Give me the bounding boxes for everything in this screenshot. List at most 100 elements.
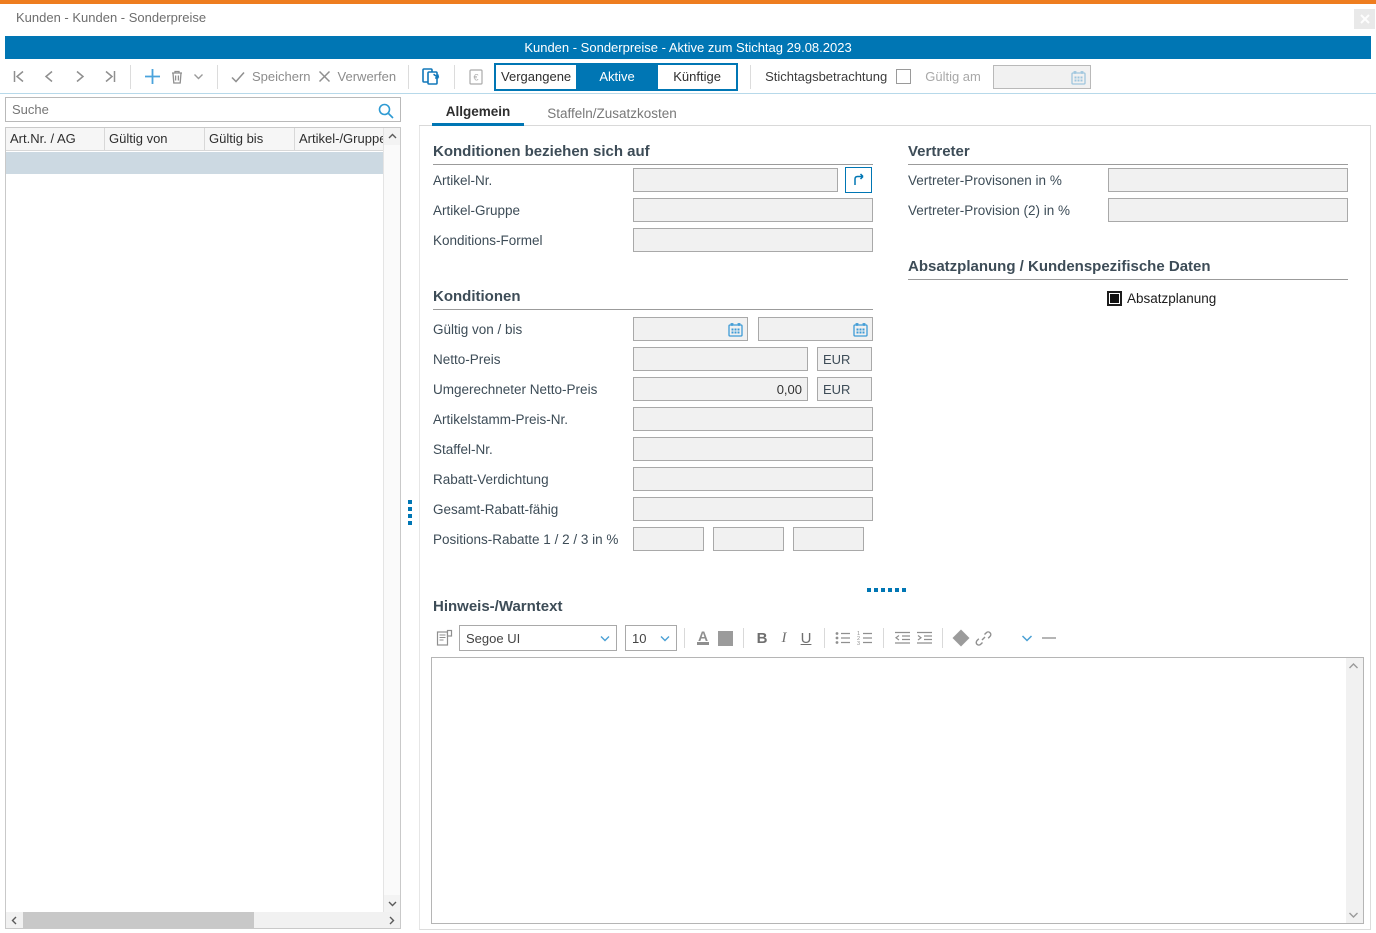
netto-preis-input[interactable] — [633, 347, 808, 371]
hyperlink-button[interactable] — [972, 626, 994, 650]
scroll-left-button[interactable] — [6, 912, 23, 928]
chevron-right-icon — [386, 915, 397, 926]
field-label: Gültig von / bis — [433, 322, 633, 337]
gueltig-am-date-field[interactable] — [993, 65, 1091, 89]
font-family-value: Segoe UI — [466, 631, 520, 646]
scrollbar-thumb[interactable] — [23, 912, 254, 928]
absatzplanung-checkbox[interactable] — [1107, 291, 1122, 306]
positions-rabatt-1-input[interactable] — [633, 527, 704, 551]
absatzplanung-row: Absatzplanung — [908, 291, 1348, 306]
artikel-nr-input[interactable] — [633, 168, 838, 192]
italic-button[interactable]: I — [773, 626, 795, 650]
scroll-right-button[interactable] — [383, 912, 400, 928]
toolbar-separator — [454, 65, 455, 89]
positions-rabatt-2-input[interactable] — [713, 527, 784, 551]
list-vertical-scrollbar[interactable] — [383, 128, 400, 912]
detail-panel: Konditionen beziehen sich auf Artikel-Nr… — [419, 126, 1371, 930]
artikelstamm-preis-nr-input[interactable] — [633, 407, 873, 431]
jump-to-artikel-button[interactable] — [845, 167, 872, 193]
column-header-artikel-gruppe[interactable]: Artikel-/Gruppe — [295, 128, 384, 150]
font-color-button[interactable]: A — [692, 626, 714, 650]
gesamt-rabatt-faehig-input[interactable] — [633, 497, 873, 521]
list-horizontal-scrollbar[interactable] — [6, 912, 400, 928]
column-header-gueltig-bis[interactable]: Gültig bis — [205, 128, 295, 150]
hinweis-text-area[interactable] — [432, 658, 1346, 923]
chevron-up-icon — [387, 131, 398, 142]
vertreter-provision-input[interactable] — [1108, 168, 1348, 192]
absatzplanung-label: Absatzplanung — [1127, 291, 1216, 306]
more-options-button[interactable] — [1016, 626, 1038, 650]
scroll-up-button[interactable] — [384, 128, 400, 145]
text-snippet-button[interactable] — [433, 626, 455, 650]
tab-staffeln-zusatzkosten[interactable]: Staffeln/Zusatzkosten — [537, 100, 687, 126]
calendar-icon[interactable] — [727, 321, 744, 338]
field-row: Konditions-Formel — [433, 225, 873, 255]
numbered-list-button[interactable]: 123 — [854, 626, 876, 650]
filter-tab-kuenftige[interactable]: Künftige — [656, 65, 736, 89]
detail-tabs: Allgemein Staffeln/Zusatzkosten — [419, 97, 1371, 126]
next-record-icon — [71, 68, 88, 85]
search-input[interactable] — [12, 100, 372, 119]
switch-record-button[interactable] — [418, 65, 445, 89]
search-icon[interactable] — [377, 102, 395, 120]
font-family-select[interactable]: Segoe UI — [459, 625, 617, 651]
discard-button[interactable]: Verwerfen — [314, 67, 400, 86]
previous-record-icon — [41, 68, 58, 85]
chevron-down-icon[interactable] — [1347, 909, 1360, 921]
filter-tab-aktive[interactable]: Aktive — [576, 65, 656, 89]
chevron-up-icon[interactable] — [1347, 660, 1360, 672]
delete-record-button[interactable] — [165, 66, 189, 88]
stichtag-checkbox[interactable] — [896, 69, 911, 84]
first-record-button[interactable] — [8, 66, 31, 87]
umgerechneter-netto-preis-input[interactable] — [633, 377, 808, 401]
invoice-euro-icon: € — [467, 68, 485, 86]
trash-icon — [168, 68, 186, 86]
gueltig-von-date-field[interactable] — [633, 317, 748, 341]
chevron-down-icon — [659, 634, 671, 644]
svg-text:3: 3 — [857, 641, 860, 646]
text-snippet-icon — [435, 629, 454, 648]
editor-vertical-scrollbar[interactable] — [1346, 658, 1363, 923]
selected-list-row[interactable] — [6, 152, 384, 174]
konditions-formel-input[interactable] — [633, 228, 873, 252]
add-record-button[interactable] — [140, 65, 165, 88]
symbol-button[interactable] — [950, 626, 972, 650]
artikel-gruppe-input[interactable] — [633, 198, 873, 222]
filter-tab-vergangene[interactable]: Vergangene — [496, 65, 576, 89]
font-size-select[interactable]: 10 — [625, 625, 677, 651]
gueltig-bis-date-field[interactable] — [758, 317, 873, 341]
vertreter-provision-2-input[interactable] — [1108, 198, 1348, 222]
highlight-color-button[interactable] — [714, 626, 736, 650]
collapse-toolbar-button[interactable] — [1038, 626, 1060, 650]
last-record-button[interactable] — [98, 66, 121, 87]
staffel-nr-input[interactable] — [633, 437, 873, 461]
previous-record-button[interactable] — [38, 66, 61, 87]
panel-splitter-handle[interactable] — [401, 94, 419, 930]
underline-button[interactable]: U — [795, 626, 817, 650]
section-title: Absatzplanung / Kundenspezifische Daten — [908, 258, 1348, 280]
indent-button[interactable] — [913, 626, 935, 650]
record-navigation — [8, 66, 121, 87]
bullet-list-button[interactable] — [832, 626, 854, 650]
field-row: Rabatt-Verdichtung — [433, 464, 873, 494]
calendar-icon[interactable] — [1070, 69, 1087, 86]
delete-options-button[interactable] — [189, 68, 208, 85]
column-header-artnr[interactable]: Art.Nr. / AG — [6, 128, 105, 150]
invoice-button[interactable]: € — [464, 66, 488, 88]
close-button[interactable] — [1354, 9, 1375, 29]
positions-rabatt-3-input[interactable] — [793, 527, 864, 551]
calendar-icon[interactable] — [852, 321, 869, 338]
field-label: Artikel-Nr. — [433, 173, 633, 188]
save-button[interactable]: Speichern — [227, 67, 314, 87]
column-header-gueltig-von[interactable]: Gültig von — [105, 128, 205, 150]
horizontal-splitter-handle[interactable] — [867, 588, 906, 592]
scroll-down-button[interactable] — [384, 895, 400, 912]
tab-allgemein[interactable]: Allgemein — [432, 100, 524, 126]
stichtag-label: Stichtagsbetrachtung — [765, 69, 887, 84]
rabatt-verdichtung-input[interactable] — [633, 467, 873, 491]
bullet-list-icon — [834, 630, 852, 646]
numbered-list-icon: 123 — [856, 630, 874, 646]
bold-button[interactable]: B — [751, 626, 773, 650]
next-record-button[interactable] — [68, 66, 91, 87]
outdent-button[interactable] — [891, 626, 913, 650]
